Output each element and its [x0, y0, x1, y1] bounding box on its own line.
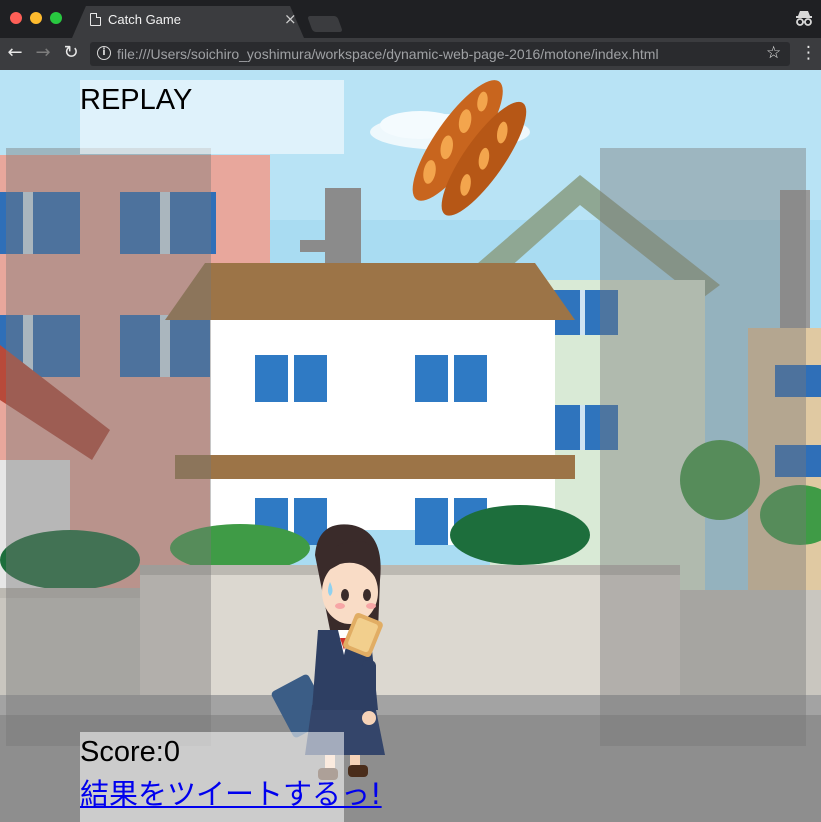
right-side-panel [600, 148, 806, 746]
replay-button[interactable]: REPLAY [80, 84, 192, 116]
tab-close-icon[interactable]: × [284, 10, 297, 28]
incognito-icon [796, 11, 812, 26]
window-minimize-button[interactable] [30, 12, 42, 24]
menu-dots-icon[interactable]: ⋮ [800, 43, 817, 63]
url-text[interactable]: file:///Users/soichiro_yoshimura/workspa… [117, 46, 659, 62]
page-icon [90, 13, 101, 26]
back-arrow-icon[interactable]: ← [4, 42, 26, 64]
left-side-panel [6, 148, 211, 746]
baguette-bread-icon [412, 80, 527, 216]
reload-icon[interactable]: ↻ [60, 42, 82, 64]
score-display: Score:0 [80, 736, 180, 768]
tweet-result-link[interactable]: 結果をツイートするっ! [80, 776, 382, 812]
window-maximize-button[interactable] [50, 12, 62, 24]
info-icon[interactable]: i [97, 46, 111, 60]
new-tab-button[interactable] [307, 16, 343, 32]
forward-arrow-icon[interactable]: → [32, 42, 54, 64]
game-stage[interactable]: REPLAY Score:0 結果をツイートするっ! [0, 70, 821, 822]
window-close-button[interactable] [10, 12, 22, 24]
browser-tab[interactable] [72, 6, 304, 38]
tab-title: Catch Game [108, 12, 181, 27]
bookmark-star-icon[interactable]: ☆ [766, 43, 781, 63]
